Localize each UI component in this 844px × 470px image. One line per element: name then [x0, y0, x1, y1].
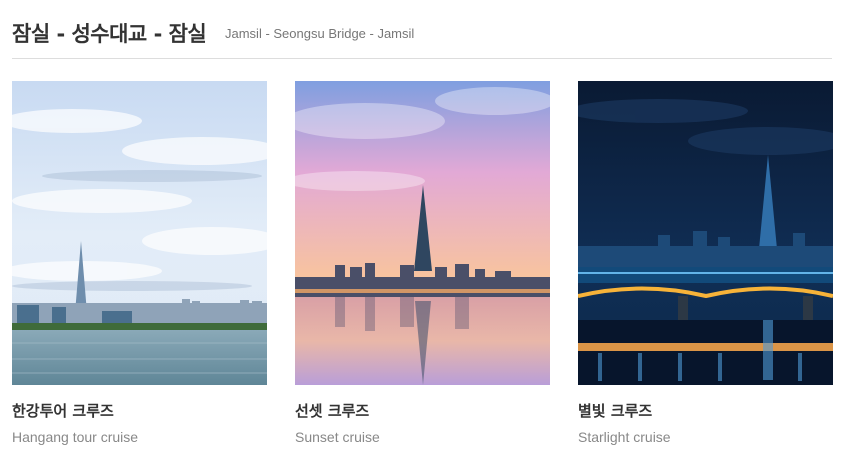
starlight-cruise-photo[interactable]: [578, 81, 833, 385]
sunset-cruise-photo[interactable]: [295, 81, 550, 385]
cruise-title-en: Hangang tour cruise: [12, 429, 139, 445]
cruise-title-kr[interactable]: 선셋 크루즈: [295, 400, 369, 421]
cruise-card-hangang-tour[interactable]: 한강투어 크루즈 Hangang tour cruise: [12, 81, 267, 445]
cruise-card-starlight[interactable]: 별빛 크루즈 Starlight cruise: [578, 81, 833, 445]
hangang-tour-cruise-photo[interactable]: [12, 81, 267, 385]
cruise-title-en: Starlight cruise: [578, 429, 671, 445]
cruise-card-sunset[interactable]: 선셋 크루즈 Sunset cruise: [295, 81, 550, 445]
page-subtitle: Jamsil - Seongsu Bridge - Jamsil: [225, 26, 415, 41]
page-title: 잠실 - 성수대교 - 잠실: [12, 22, 207, 46]
page-header: 잠실 - 성수대교 - 잠실 Jamsil - Seongsu Bridge -…: [12, 14, 832, 59]
cruise-title-en: Sunset cruise: [295, 429, 380, 445]
cruise-title-kr[interactable]: 한강투어 크루즈: [12, 400, 114, 421]
cruise-title-kr[interactable]: 별빛 크루즈: [578, 400, 652, 421]
